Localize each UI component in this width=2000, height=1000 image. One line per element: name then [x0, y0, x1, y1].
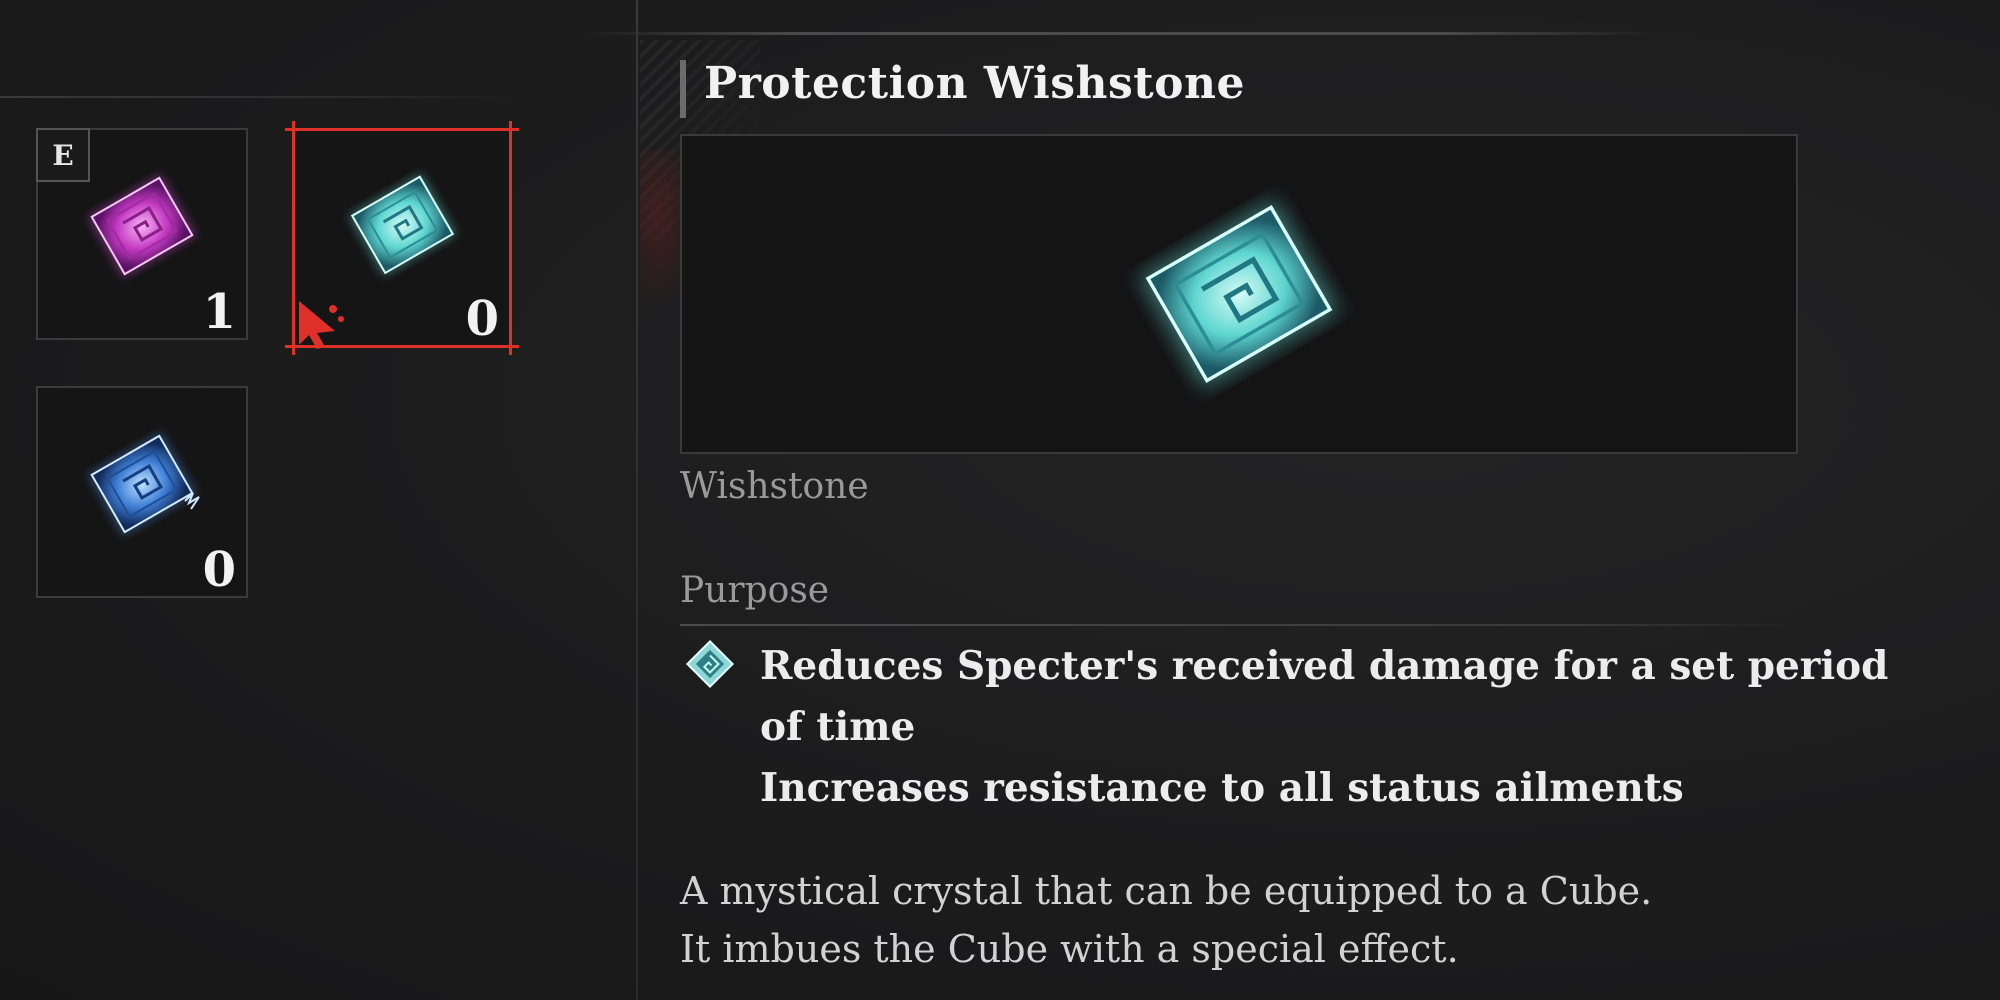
blue-wishstone-icon — [88, 432, 200, 535]
inventory-divider — [0, 96, 520, 98]
selection-corner — [292, 121, 295, 135]
selection-corner — [509, 121, 512, 135]
inventory-panel: E 1 0 0 — [0, 0, 636, 1000]
effect-line: Reduces Specter's received damage for a … — [760, 643, 1889, 689]
item-count: 1 — [202, 284, 236, 340]
top-divider — [580, 32, 1660, 35]
item-type: Wishstone — [680, 466, 869, 507]
panel-divider — [636, 0, 638, 1000]
item-title: Protection Wishstone — [704, 58, 1245, 109]
item-count: 0 — [465, 291, 499, 347]
selection-corner — [509, 341, 512, 355]
description-line: A mystical crystal that can be equipped … — [680, 869, 1653, 913]
wishstone-inventory-screen: E 1 0 0 Protection Wishstone Wishstone P… — [0, 0, 2000, 1000]
pink-wishstone-icon — [88, 174, 196, 277]
purpose-divider — [680, 624, 1800, 626]
item-preview — [680, 134, 1798, 454]
protection-wishstone-large-icon — [1139, 199, 1339, 389]
effect-list: Reduces Specter's received damage for a … — [760, 636, 1889, 819]
wishstone-effect-icon — [685, 639, 735, 689]
effect-line: of time — [760, 704, 916, 750]
effect-line: Increases resistance to all status ailme… — [760, 765, 1684, 811]
description-line: It imbues the Cube with a special effect… — [680, 927, 1459, 971]
selection-corner — [505, 128, 519, 131]
purpose-heading: Purpose — [680, 570, 830, 611]
item-count: 0 — [202, 542, 236, 598]
selection-corner — [505, 345, 519, 348]
inventory-slot-blue-wishstone[interactable]: 0 — [36, 386, 248, 598]
inventory-slot-pink-wishstone[interactable]: E 1 — [36, 128, 248, 340]
selection-cursor-icon — [299, 301, 344, 349]
inventory-slot-protection-wishstone[interactable]: 0 — [285, 121, 519, 355]
item-description: A mystical crystal that can be equipped … — [680, 862, 1652, 978]
title-accent-bar — [680, 60, 686, 118]
protection-wishstone-icon — [348, 173, 457, 277]
